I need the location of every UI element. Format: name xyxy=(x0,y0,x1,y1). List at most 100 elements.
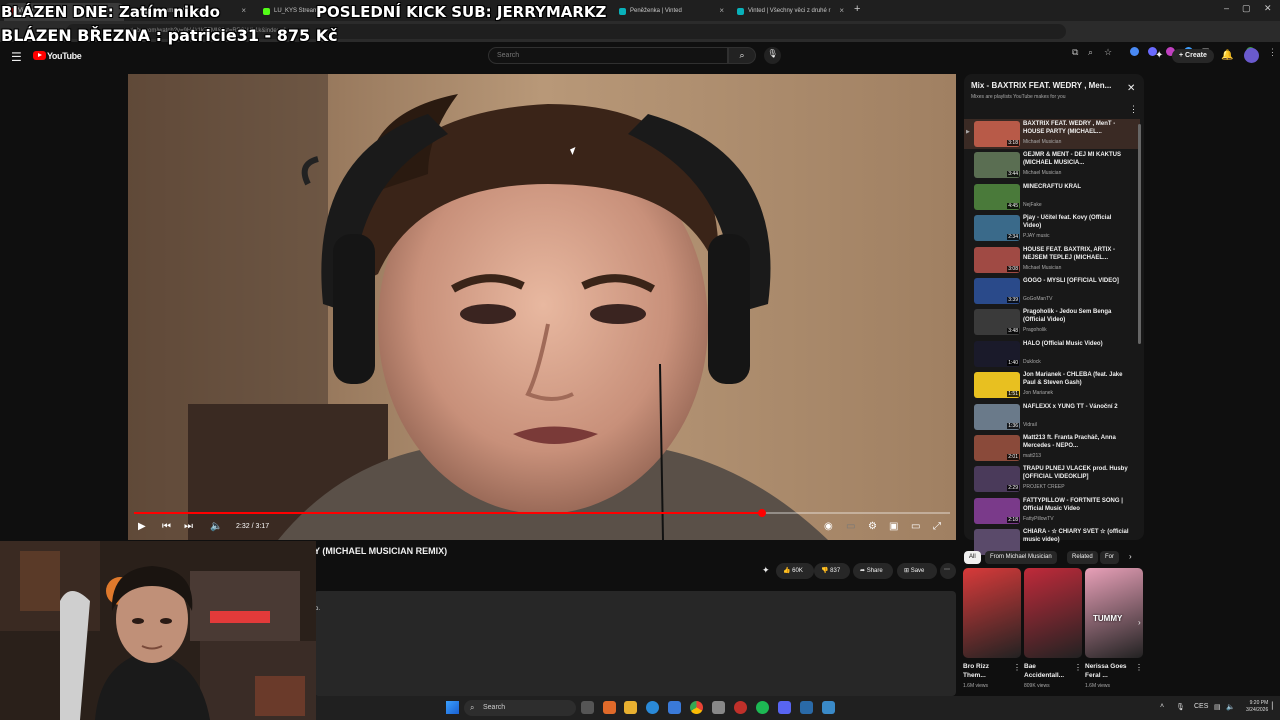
next-icon[interactable]: ⏭ xyxy=(184,521,193,532)
app-icon[interactable] xyxy=(734,701,747,714)
network-icon[interactable]: ▤ xyxy=(1214,703,1221,711)
download-icon[interactable] xyxy=(712,701,725,714)
kebab-menu-icon[interactable]: ⋮ xyxy=(1129,104,1138,115)
playlist-item[interactable]: ▶ 3:18 BAXTRIX FEAT. WEDRY , MenT - HOUSE … xyxy=(964,119,1140,149)
playlist-scrollbar[interactable] xyxy=(1138,124,1141,344)
volume-icon[interactable]: 🔈 xyxy=(210,521,222,532)
discord-icon[interactable] xyxy=(778,701,791,714)
filter-chip[interactable]: From Michael Musician xyxy=(985,551,1057,564)
close-icon[interactable]: ✕ xyxy=(1127,83,1135,94)
playlist-item[interactable]: 2:01 Matt213 ft. Franta Pracháč, Anna Mer… xyxy=(964,433,1140,463)
search-button[interactable]: ⌕ xyxy=(728,47,756,64)
more-actions-button[interactable]: ⋯ xyxy=(940,563,956,579)
playlist-thumbnail[interactable]: 1:36 xyxy=(974,403,1020,430)
taskbar-clock[interactable]: 9:20 PM 3/24/2026 xyxy=(1246,700,1268,714)
short-title[interactable]: Bae Accidentall... xyxy=(1024,662,1074,680)
search-input[interactable]: Search xyxy=(488,47,728,64)
playlist-item[interactable]: 4:45 MINECRAFTU KRÁL NejFake xyxy=(964,182,1140,212)
avatar[interactable] xyxy=(1244,48,1259,63)
playlist-thumbnail[interactable]: 2:18 xyxy=(974,497,1020,524)
playlist-item[interactable]: 1:40 HALÓ (Official Music Video) Duklock xyxy=(964,339,1140,369)
share-button[interactable]: ➦ Share xyxy=(853,563,893,579)
chevron-up-icon[interactable]: ˄ xyxy=(1160,703,1164,710)
playlist-thumbnail[interactable]: 2:34 xyxy=(974,215,1020,242)
playlist-thumbnail[interactable]: 3:48 xyxy=(974,309,1020,336)
kebab-menu-icon[interactable]: ⋮ xyxy=(1135,663,1143,672)
create-button[interactable]: + Create xyxy=(1172,49,1214,63)
playlist-item[interactable]: 1:36 NAFLEXX x YUNG TT - Vánoční 2 Vidrail xyxy=(964,402,1140,432)
subtitles-icon[interactable]: ▭ xyxy=(846,521,855,532)
app-icon[interactable] xyxy=(822,701,835,714)
close-icon[interactable]: × xyxy=(839,6,844,15)
kebab-menu-icon[interactable]: ⋮ xyxy=(1074,663,1082,672)
short-thumbnail[interactable] xyxy=(1024,568,1082,658)
hamburger-menu-icon[interactable]: ☰ xyxy=(11,50,22,64)
bell-icon[interactable]: 🔔 xyxy=(1221,50,1233,61)
hype-icon[interactable]: ✦ xyxy=(1155,50,1163,61)
previous-icon[interactable]: ⏮ xyxy=(162,521,171,532)
playlist-item[interactable]: 3:48 Pragoholik - Jedou Sem Benga (Offici… xyxy=(964,307,1140,337)
steam-icon[interactable] xyxy=(800,701,813,714)
taskbar-search[interactable]: ⌕ Search xyxy=(464,700,576,716)
playlist-item[interactable]: 2:18 FATTYPILLOW - FORTNITE SONG | Offici… xyxy=(964,496,1140,526)
voice-search-button[interactable]: 🎙 xyxy=(764,47,781,64)
start-windows-icon[interactable] xyxy=(446,701,459,714)
dislike-button[interactable]: 👎 837 xyxy=(814,563,850,579)
file-explorer-icon[interactable] xyxy=(624,701,637,714)
volume-icon[interactable]: 🔈 xyxy=(1226,703,1235,711)
play-icon[interactable]: ▶ xyxy=(138,521,146,532)
video-player[interactable] xyxy=(128,74,956,540)
hype-icon[interactable]: ✦ xyxy=(762,565,770,576)
task-view-icon[interactable] xyxy=(581,701,594,714)
close-icon[interactable]: × xyxy=(241,6,246,15)
mix-toggle-icon[interactable]: ◉ xyxy=(824,521,833,532)
install-icon[interactable]: ⧉ xyxy=(1072,47,1078,58)
tab-vinted-all[interactable]: Vinted | Všechny věci z druhé r × xyxy=(734,3,848,21)
filter-chip[interactable]: For xyxy=(1100,551,1119,564)
maximize-icon[interactable]: ▢ xyxy=(1242,3,1251,14)
playlist-thumbnail[interactable]: 1:40 xyxy=(974,340,1020,367)
minimize-icon[interactable]: – xyxy=(1224,3,1229,13)
kebab-menu-icon[interactable]: ⋮ xyxy=(1013,663,1021,672)
chevron-right-icon[interactable]: › xyxy=(1138,618,1141,627)
playlist-thumbnail[interactable]: 4:45 xyxy=(974,183,1020,210)
filter-chip[interactable]: Related xyxy=(1067,551,1098,564)
playlist-item[interactable]: 3:39 GOGO - MÝSLI [OFFICIAL VIDEO] GoGoMan… xyxy=(964,276,1140,306)
tab-vinted-wallet[interactable]: Peněženka | Vinted × xyxy=(616,3,728,21)
short-title[interactable]: Nerissa Goes Feral ... xyxy=(1085,662,1135,680)
language-indicator[interactable]: CES xyxy=(1194,703,1208,710)
short-thumbnail[interactable] xyxy=(963,568,1021,658)
zoom-icon[interactable]: ⌕ xyxy=(1088,47,1093,58)
spotify-icon[interactable] xyxy=(756,701,769,714)
new-tab-icon[interactable]: + xyxy=(854,3,860,15)
playlist-item[interactable]: 3:08 HOUSE FEAT. BAXTRIX, ARTIX - NEJSEM … xyxy=(964,245,1140,275)
mic-icon[interactable]: 🎙 xyxy=(1176,703,1185,711)
settings-gear-icon[interactable]: ⚙ xyxy=(868,521,877,532)
fullscreen-icon[interactable]: ⤢ xyxy=(933,521,941,532)
notification-icon[interactable]: ▏ xyxy=(1272,702,1277,710)
theater-mode-icon[interactable]: ▭ xyxy=(911,521,920,532)
close-window-icon[interactable]: ✕ xyxy=(1264,3,1272,14)
playlist-thumbnail[interactable]: 3:18 xyxy=(974,121,1020,147)
short-title[interactable]: Bro Rizz Them... xyxy=(963,662,1013,680)
playlist-thumbnail[interactable]: 3:39 xyxy=(974,278,1020,304)
short-thumbnail[interactable]: TUMMY xyxy=(1085,568,1143,658)
miniplayer-icon[interactable]: ▣ xyxy=(889,521,898,532)
copilot-icon[interactable] xyxy=(603,701,616,714)
extension-icon[interactable] xyxy=(1130,47,1139,56)
playlist-thumbnail[interactable]: 2:29 xyxy=(974,466,1020,493)
playlist-thumbnail[interactable]: 3:44 xyxy=(974,152,1020,179)
playlist-thumbnail[interactable]: 2:01 xyxy=(974,435,1020,461)
edge-icon[interactable] xyxy=(646,701,659,714)
kebab-menu-icon[interactable]: ⋮ xyxy=(1268,47,1277,58)
playlist-thumbnail[interactable]: 1:51 xyxy=(974,372,1020,399)
close-icon[interactable]: × xyxy=(719,6,724,15)
youtube-logo-icon[interactable] xyxy=(33,51,46,60)
save-button[interactable]: ⊞ Save xyxy=(897,563,937,579)
like-button[interactable]: 👍 60K xyxy=(776,563,814,579)
playlist-thumbnail[interactable]: 3:08 xyxy=(974,246,1020,273)
filter-chip[interactable]: All xyxy=(964,551,981,564)
playlist-item[interactable]: 2:34 Pjay - Učitel feat. Kovy (Official V… xyxy=(964,213,1140,243)
playlist-item[interactable]: 3:44 GEJMR & MENT - DEJ MI KAKTUS (MICHAE… xyxy=(964,150,1140,180)
youtube-logo-text[interactable]: YouTube xyxy=(47,51,82,61)
